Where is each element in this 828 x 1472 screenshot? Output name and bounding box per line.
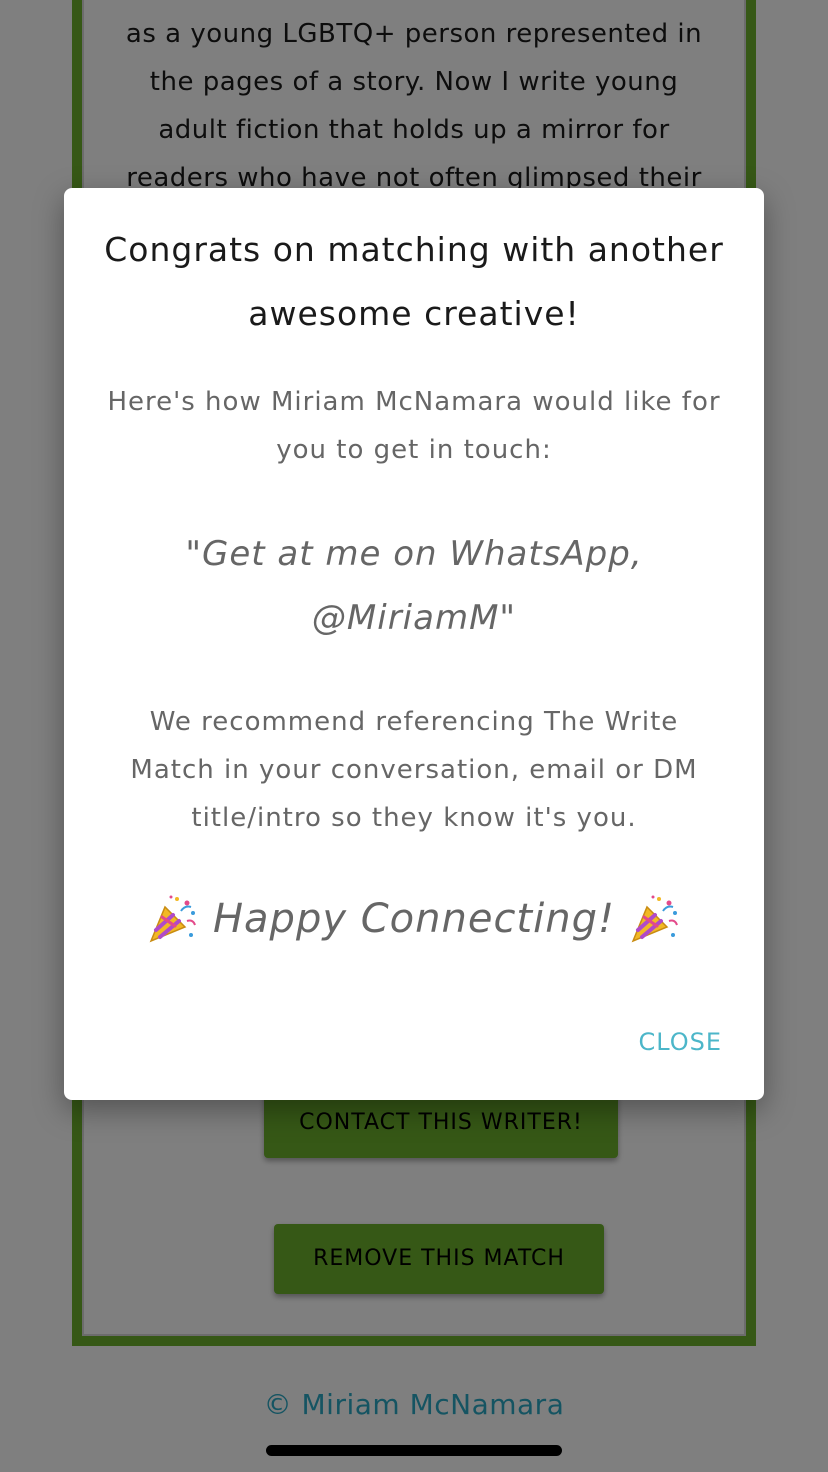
dialog-title: Congrats on matching with another awesom… xyxy=(104,230,724,333)
match-page: as a young LGBTQ+ person represented in … xyxy=(0,0,828,1472)
dialog-intro-text: Here's how Miriam McNamara would like fo… xyxy=(107,387,721,465)
party-popper-icon xyxy=(149,895,196,943)
happy-connecting-text: Happy Connecting! xyxy=(212,896,616,942)
match-dialog: Congrats on matching with another awesom… xyxy=(64,188,764,1100)
close-button[interactable]: CLOSE xyxy=(638,1028,722,1056)
home-indicator[interactable] xyxy=(266,1445,562,1456)
contact-preference-quote: "Get at me on WhatsApp, @MiriamM" xyxy=(185,534,643,638)
dialog-recommendation-text: We recommend referencing The Write Match… xyxy=(130,707,698,833)
party-popper-icon xyxy=(631,895,678,943)
happy-connecting-line: Happy Connecting! xyxy=(64,884,764,954)
